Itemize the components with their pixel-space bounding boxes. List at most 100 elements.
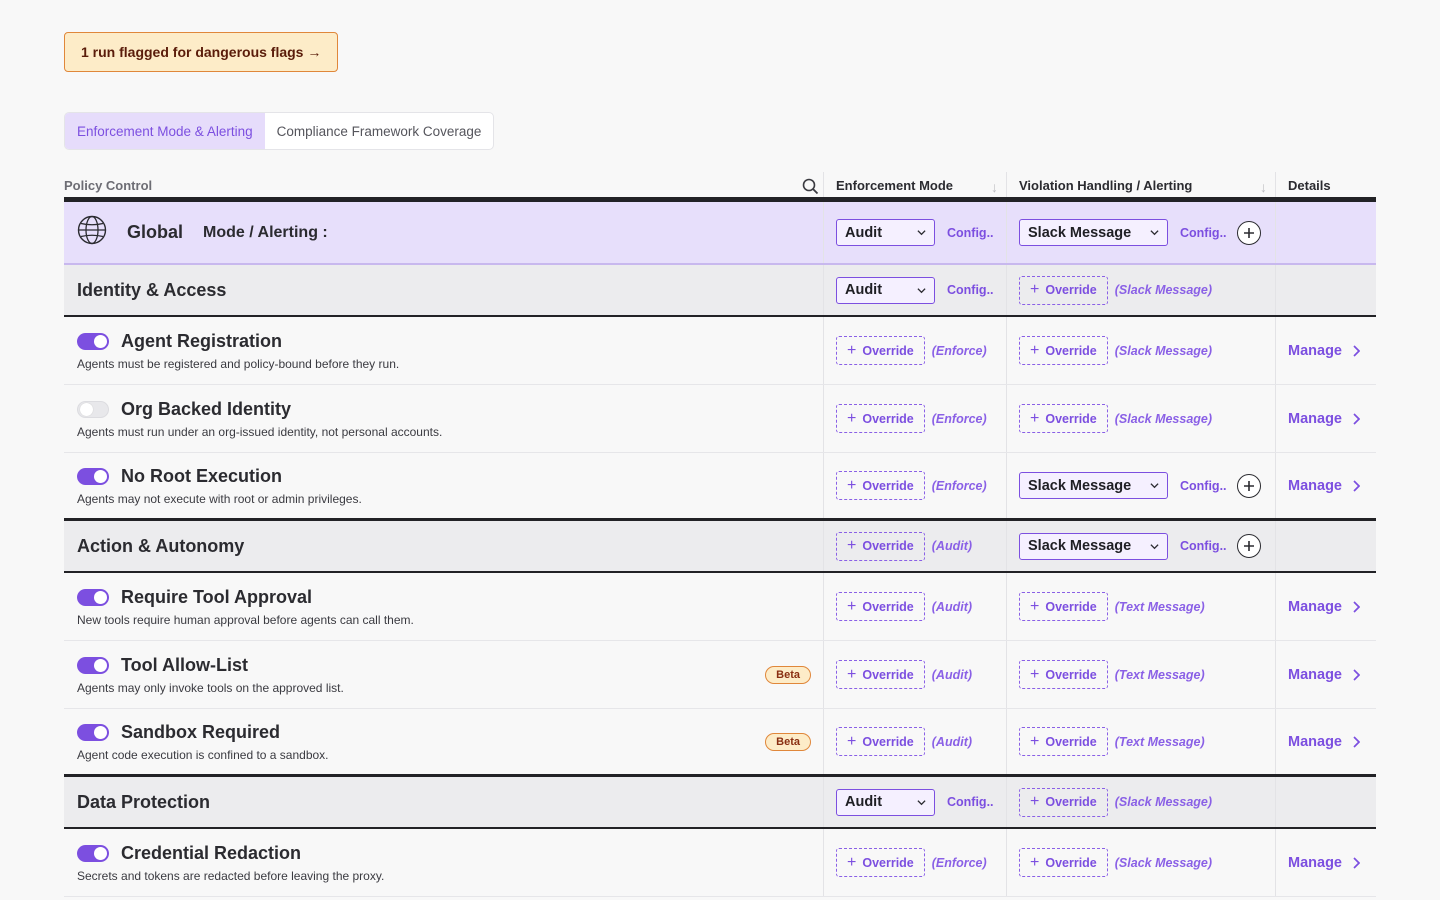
policy-row: Sandbox Required Agent code execution is… <box>64 709 1376 777</box>
search-icon[interactable] <box>802 178 819 198</box>
plus-icon: + <box>1030 409 1040 427</box>
policy-description: Agents may only invoke tools on the appr… <box>77 680 344 695</box>
override-button[interactable]: + Override <box>1019 275 1108 305</box>
tab-enforcement-mode[interactable]: Enforcement Mode & Alerting <box>65 113 265 149</box>
override-label: Override <box>1045 734 1097 749</box>
override-button[interactable]: + Override <box>836 848 925 877</box>
policy-title: Require Tool Approval <box>121 586 313 607</box>
inherited-alert: (Slack Message) <box>1114 795 1213 809</box>
chevron-down-icon <box>1150 483 1159 489</box>
manage-link[interactable]: Manage <box>1288 411 1360 427</box>
tab-compliance-coverage[interactable]: Compliance Framework Coverage <box>265 113 494 149</box>
global-alert-cell: Slack Message Config.. <box>1007 202 1276 263</box>
plus-icon: + <box>847 732 857 750</box>
policy-toggle[interactable] <box>77 332 109 350</box>
policy-toggle[interactable] <box>77 844 109 862</box>
override-button[interactable]: + Override <box>1019 336 1108 365</box>
override-label: Override <box>1045 599 1097 614</box>
chevron-right-icon <box>1353 668 1360 681</box>
override-button[interactable]: + Override <box>836 471 925 500</box>
group-alert-config-link[interactable]: Config.. <box>1180 539 1227 553</box>
override-label: Override <box>1045 795 1097 809</box>
inherited-mode: (Enforce) <box>931 478 987 493</box>
group-mode-select[interactable]: Audit <box>836 276 935 304</box>
policy-toggle[interactable] <box>77 467 109 485</box>
manage-link[interactable]: Manage <box>1288 855 1360 871</box>
global-mode-select[interactable]: Audit <box>836 219 935 246</box>
global-alert-select[interactable]: Slack Message <box>1019 219 1168 246</box>
sort-arrow-icon[interactable]: ↓ <box>1260 179 1267 195</box>
plus-icon: + <box>847 476 857 494</box>
manage-link[interactable]: Manage <box>1288 343 1360 359</box>
policy-description: Agents must be registered and policy-bou… <box>77 356 400 371</box>
override-button[interactable]: + Override <box>836 404 925 433</box>
override-button[interactable]: + Override <box>836 592 925 621</box>
policy-row: Tool Allow-List Agents may only invoke t… <box>64 641 1376 709</box>
manage-label: Manage <box>1288 666 1342 683</box>
global-mode-cell: Audit Config.. <box>824 202 1007 263</box>
flagged-runs-alert[interactable]: 1 run flagged for dangerous flags → <box>64 32 339 72</box>
manage-link[interactable]: Manage <box>1288 478 1360 494</box>
policy-toggle[interactable] <box>77 400 109 418</box>
chevron-right-icon <box>1353 856 1360 869</box>
override-button[interactable]: + Override <box>1019 727 1108 756</box>
chevron-right-icon <box>1353 600 1360 613</box>
global-subtitle: Mode / Alerting : <box>203 223 328 241</box>
col-header-enforcement[interactable]: Enforcement Mode ↓ <box>824 172 1007 197</box>
plus-icon[interactable] <box>1236 220 1261 245</box>
policy-title: Tool Allow-List <box>121 654 248 675</box>
group-row: Data Protection Audit Config.. + Override… <box>64 777 1376 829</box>
chevron-right-icon <box>1353 412 1360 425</box>
plus-icon[interactable] <box>1236 534 1261 558</box>
inherited-alert: (Slack Message) <box>1114 411 1213 426</box>
policy-toggle[interactable] <box>77 723 109 741</box>
global-alert-config-link[interactable]: Config.. <box>1180 226 1227 240</box>
group-mode-config-link[interactable]: Config.. <box>947 795 994 809</box>
policy-toggle[interactable] <box>77 656 109 674</box>
global-title: Global <box>127 222 184 242</box>
override-button[interactable]: + Override <box>836 531 925 561</box>
manage-link[interactable]: Manage <box>1288 599 1360 615</box>
manage-link[interactable]: Manage <box>1288 667 1360 683</box>
override-button[interactable]: + Override <box>836 727 925 756</box>
group-alert-select[interactable]: Slack Message <box>1019 532 1168 560</box>
policy-description: New tools require human approval before … <box>77 612 414 627</box>
plus-icon[interactable] <box>1236 473 1261 498</box>
group-title: Action & Autonomy <box>77 535 245 556</box>
group-mode-select[interactable]: Audit <box>836 788 935 816</box>
override-button[interactable]: + Override <box>1019 404 1108 433</box>
global-mode-config-link[interactable]: Config.. <box>947 226 994 240</box>
manage-link[interactable]: Manage <box>1288 734 1360 750</box>
policy-description: Secrets and tokens are redacted before l… <box>77 868 385 883</box>
inherited-mode: (Audit) <box>931 667 973 682</box>
override-button[interactable]: + Override <box>836 660 925 689</box>
override-label: Override <box>862 539 914 553</box>
plus-icon: + <box>1030 793 1040 810</box>
policy-alert-config-link[interactable]: Config.. <box>1180 479 1227 493</box>
col-header-violation[interactable]: Violation Handling / Alerting ↓ <box>1007 172 1276 197</box>
inherited-alert: (Slack Message) <box>1114 855 1213 870</box>
inherited-mode: (Enforce) <box>931 855 987 870</box>
policy-alert-select[interactable]: Slack Message <box>1019 472 1168 499</box>
override-label: Override <box>862 855 914 870</box>
plus-icon: + <box>847 537 857 554</box>
sort-arrow-icon[interactable]: ↓ <box>991 179 998 195</box>
table-header: Policy Control Enforcement Mode ↓ Violat… <box>64 172 1376 202</box>
override-label: Override <box>1045 343 1097 358</box>
override-label: Override <box>862 411 914 426</box>
policy-title: Credential Redaction <box>121 842 302 863</box>
plus-icon: + <box>1030 665 1040 683</box>
override-label: Override <box>1045 283 1097 297</box>
override-button[interactable]: + Override <box>1019 660 1108 689</box>
override-button[interactable]: + Override <box>1019 848 1108 877</box>
select-value: Slack Message <box>1028 477 1132 494</box>
manage-label: Manage <box>1288 854 1342 871</box>
policy-toggle[interactable] <box>77 588 109 606</box>
override-button[interactable]: + Override <box>1019 592 1108 621</box>
group-mode-config-link[interactable]: Config.. <box>947 283 994 297</box>
plus-icon: + <box>1030 732 1040 750</box>
inherited-mode: (Audit) <box>931 734 973 749</box>
override-button[interactable]: + Override <box>1019 787 1108 817</box>
globe-icon <box>77 215 127 250</box>
override-button[interactable]: + Override <box>836 336 925 365</box>
